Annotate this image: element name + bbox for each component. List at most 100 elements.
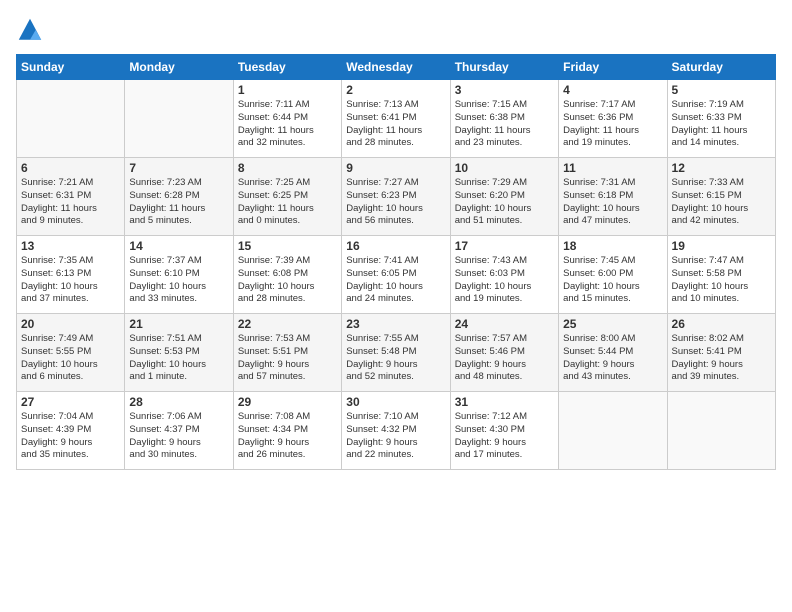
day-number: 24 — [455, 317, 554, 331]
day-number: 10 — [455, 161, 554, 175]
day-number: 23 — [346, 317, 445, 331]
day-number: 30 — [346, 395, 445, 409]
day-info: Sunrise: 7:39 AM Sunset: 6:08 PM Dayligh… — [238, 255, 337, 306]
calendar-cell — [559, 392, 667, 470]
calendar-cell — [17, 80, 125, 158]
calendar-cell: 31 Sunrise: 7:12 AM Sunset: 4:30 PM Dayli… — [450, 392, 558, 470]
day-number: 15 — [238, 239, 337, 253]
weekday-header-wednesday: Wednesday — [342, 55, 450, 80]
day-number: 5 — [672, 83, 771, 97]
calendar-cell: 3 Sunrise: 7:15 AM Sunset: 6:38 PM Daylig… — [450, 80, 558, 158]
calendar-cell: 26 Sunrise: 8:02 AM Sunset: 5:41 PM Dayli… — [667, 314, 775, 392]
calendar-cell: 16Sunrise: 7:41 AM Sunset: 6:05 PM Dayli… — [342, 236, 450, 314]
calendar-cell: 4Sunrise: 7:17 AM Sunset: 6:36 PM Daylig… — [559, 80, 667, 158]
weekday-header-monday: Monday — [125, 55, 233, 80]
day-info: Sunrise: 7:19 AM Sunset: 6:33 PM Dayligh… — [672, 99, 771, 150]
day-info: Sunrise: 7:10 AM Sunset: 4:32 PM Dayligh… — [346, 411, 445, 462]
weekday-header-friday: Friday — [559, 55, 667, 80]
day-number: 13 — [21, 239, 120, 253]
day-info: Sunrise: 7:51 AM Sunset: 5:53 PM Dayligh… — [129, 333, 228, 384]
day-info: Sunrise: 7:13 AM Sunset: 6:41 PM Dayligh… — [346, 99, 445, 150]
day-number: 28 — [129, 395, 228, 409]
calendar-week-row: 27 Sunrise: 7:04 AM Sunset: 4:39 PM Dayli… — [17, 392, 776, 470]
day-number: 8 — [238, 161, 337, 175]
day-number: 12 — [672, 161, 771, 175]
day-info: Sunrise: 7:21 AM Sunset: 6:31 PM Dayligh… — [21, 177, 120, 228]
day-number: 21 — [129, 317, 228, 331]
day-info: Sunrise: 8:00 AM Sunset: 5:44 PM Dayligh… — [563, 333, 662, 384]
day-number: 25 — [563, 317, 662, 331]
day-info: Sunrise: 7:35 AM Sunset: 6:13 PM Dayligh… — [21, 255, 120, 306]
day-info: Sunrise: 7:04 AM Sunset: 4:39 PM Dayligh… — [21, 411, 120, 462]
day-number: 16 — [346, 239, 445, 253]
calendar-cell: 19 Sunrise: 7:47 AM Sunset: 5:58 PM Dayli… — [667, 236, 775, 314]
day-number: 2 — [346, 83, 445, 97]
calendar-cell — [667, 392, 775, 470]
day-info: Sunrise: 7:45 AM Sunset: 6:00 PM Dayligh… — [563, 255, 662, 306]
calendar-cell: 21 Sunrise: 7:51 AM Sunset: 5:53 PM Dayli… — [125, 314, 233, 392]
weekday-header-sunday: Sunday — [17, 55, 125, 80]
calendar-cell: 13 Sunrise: 7:35 AM Sunset: 6:13 PM Dayli… — [17, 236, 125, 314]
calendar-cell: 6 Sunrise: 7:21 AM Sunset: 6:31 PM Daylig… — [17, 158, 125, 236]
day-number: 9 — [346, 161, 445, 175]
day-number: 29 — [238, 395, 337, 409]
calendar-cell: 9 Sunrise: 7:27 AM Sunset: 6:23 PM Daylig… — [342, 158, 450, 236]
day-number: 7 — [129, 161, 228, 175]
calendar-cell — [125, 80, 233, 158]
header — [16, 16, 776, 44]
day-info: Sunrise: 7:37 AM Sunset: 6:10 PM Dayligh… — [129, 255, 228, 306]
calendar-cell: 25 Sunrise: 8:00 AM Sunset: 5:44 PM Dayli… — [559, 314, 667, 392]
calendar-cell: 2 Sunrise: 7:13 AM Sunset: 6:41 PM Daylig… — [342, 80, 450, 158]
day-info: Sunrise: 7:15 AM Sunset: 6:38 PM Dayligh… — [455, 99, 554, 150]
day-info: Sunrise: 7:27 AM Sunset: 6:23 PM Dayligh… — [346, 177, 445, 228]
calendar-cell: 30 Sunrise: 7:10 AM Sunset: 4:32 PM Dayli… — [342, 392, 450, 470]
day-info: Sunrise: 7:57 AM Sunset: 5:46 PM Dayligh… — [455, 333, 554, 384]
day-number: 3 — [455, 83, 554, 97]
calendar-table: SundayMondayTuesdayWednesdayThursdayFrid… — [16, 54, 776, 470]
day-info: Sunrise: 7:55 AM Sunset: 5:48 PM Dayligh… — [346, 333, 445, 384]
calendar-cell: 18 Sunrise: 7:45 AM Sunset: 6:00 PM Dayli… — [559, 236, 667, 314]
day-number: 27 — [21, 395, 120, 409]
calendar-week-row: 20 Sunrise: 7:49 AM Sunset: 5:55 PM Dayli… — [17, 314, 776, 392]
day-info: Sunrise: 7:33 AM Sunset: 6:15 PM Dayligh… — [672, 177, 771, 228]
day-number: 6 — [21, 161, 120, 175]
day-info: Sunrise: 7:43 AM Sunset: 6:03 PM Dayligh… — [455, 255, 554, 306]
day-number: 1 — [238, 83, 337, 97]
weekday-header-row: SundayMondayTuesdayWednesdayThursdayFrid… — [17, 55, 776, 80]
day-info: Sunrise: 7:11 AM Sunset: 6:44 PM Dayligh… — [238, 99, 337, 150]
day-number: 26 — [672, 317, 771, 331]
calendar-cell: 22 Sunrise: 7:53 AM Sunset: 5:51 PM Dayli… — [233, 314, 341, 392]
day-info: Sunrise: 7:53 AM Sunset: 5:51 PM Dayligh… — [238, 333, 337, 384]
day-number: 22 — [238, 317, 337, 331]
calendar-cell: 29 Sunrise: 7:08 AM Sunset: 4:34 PM Dayli… — [233, 392, 341, 470]
day-info: Sunrise: 7:29 AM Sunset: 6:20 PM Dayligh… — [455, 177, 554, 228]
day-number: 18 — [563, 239, 662, 253]
day-number: 4 — [563, 83, 662, 97]
weekday-header-thursday: Thursday — [450, 55, 558, 80]
day-info: Sunrise: 8:02 AM Sunset: 5:41 PM Dayligh… — [672, 333, 771, 384]
day-info: Sunrise: 7:47 AM Sunset: 5:58 PM Dayligh… — [672, 255, 771, 306]
day-info: Sunrise: 7:31 AM Sunset: 6:18 PM Dayligh… — [563, 177, 662, 228]
calendar-week-row: 1 Sunrise: 7:11 AM Sunset: 6:44 PM Daylig… — [17, 80, 776, 158]
calendar-cell: 5 Sunrise: 7:19 AM Sunset: 6:33 PM Daylig… — [667, 80, 775, 158]
day-number: 17 — [455, 239, 554, 253]
day-info: Sunrise: 7:23 AM Sunset: 6:28 PM Dayligh… — [129, 177, 228, 228]
day-info: Sunrise: 7:06 AM Sunset: 4:37 PM Dayligh… — [129, 411, 228, 462]
calendar-cell: 15 Sunrise: 7:39 AM Sunset: 6:08 PM Dayli… — [233, 236, 341, 314]
calendar-cell: 28 Sunrise: 7:06 AM Sunset: 4:37 PM Dayli… — [125, 392, 233, 470]
day-info: Sunrise: 7:49 AM Sunset: 5:55 PM Dayligh… — [21, 333, 120, 384]
calendar-cell: 23 Sunrise: 7:55 AM Sunset: 5:48 PM Dayli… — [342, 314, 450, 392]
calendar-week-row: 6 Sunrise: 7:21 AM Sunset: 6:31 PM Daylig… — [17, 158, 776, 236]
logo-icon — [16, 16, 44, 44]
calendar-cell: 10 Sunrise: 7:29 AM Sunset: 6:20 PM Dayli… — [450, 158, 558, 236]
day-number: 20 — [21, 317, 120, 331]
calendar-cell: 24 Sunrise: 7:57 AM Sunset: 5:46 PM Dayli… — [450, 314, 558, 392]
day-info: Sunrise: 7:12 AM Sunset: 4:30 PM Dayligh… — [455, 411, 554, 462]
day-number: 11 — [563, 161, 662, 175]
day-number: 31 — [455, 395, 554, 409]
weekday-header-tuesday: Tuesday — [233, 55, 341, 80]
calendar-cell: 14Sunrise: 7:37 AM Sunset: 6:10 PM Dayli… — [125, 236, 233, 314]
day-number: 19 — [672, 239, 771, 253]
weekday-header-saturday: Saturday — [667, 55, 775, 80]
day-info: Sunrise: 7:08 AM Sunset: 4:34 PM Dayligh… — [238, 411, 337, 462]
